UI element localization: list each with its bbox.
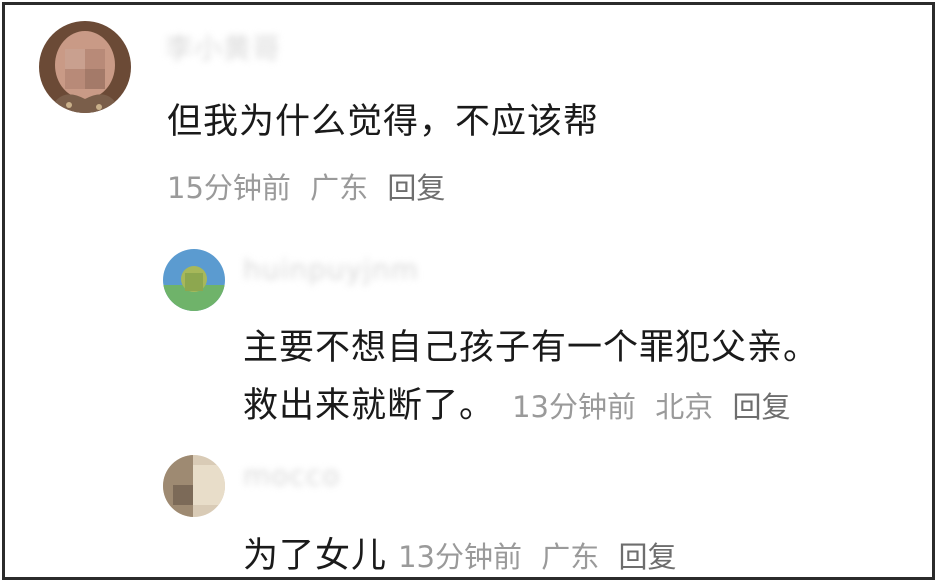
username[interactable]: huinpuyjnm <box>243 253 419 286</box>
comment-location: 北京 <box>655 390 714 424</box>
username[interactable]: 李小黄哥 <box>165 27 281 67</box>
reply-button[interactable]: 回复 <box>387 171 445 205</box>
comment-text: 为了女儿 <box>243 536 388 576</box>
avatar[interactable] <box>163 249 225 311</box>
comment-time: 15分钟前 <box>167 171 291 205</box>
comment-text-line1: 主要不想自己孩子有一个罪犯父亲。 <box>243 328 820 368</box>
avatar-image <box>39 21 131 113</box>
avatar[interactable] <box>163 455 225 517</box>
reply-comment-item: mocco 为了女儿 13分钟前 广东 回复 <box>5 445 932 577</box>
comment-meta: 13分钟前 广东 回复 <box>398 540 686 574</box>
reply-comment-item: huinpuyjnm 主要不想自己孩子有一个罪犯父亲。 救出来就断了。 13分钟… <box>5 235 932 428</box>
comment-meta: 13分钟前 北京 回复 <box>512 390 800 424</box>
comment-text-line2: 救出来就断了。 <box>243 386 496 426</box>
comment-item: 李小黄哥 但我为什么觉得，不应该帮 15分钟前 广东 回复 <box>5 5 932 215</box>
username[interactable]: mocco <box>243 459 340 492</box>
avatar-image <box>163 249 225 311</box>
reply-button[interactable]: 回复 <box>618 540 676 574</box>
comment-location: 广东 <box>541 540 600 574</box>
comment-thread: 李小黄哥 但我为什么觉得，不应该帮 15分钟前 广东 回复 huinpuyjnm… <box>2 2 935 580</box>
comment-line2: 救出来就断了。 13分钟前 北京 回复 <box>243 377 800 428</box>
comment-line: 为了女儿 13分钟前 广东 回复 <box>243 527 686 577</box>
avatar[interactable] <box>39 21 131 113</box>
comment-location: 广东 <box>310 171 369 205</box>
comment-time: 13分钟前 <box>512 390 637 424</box>
avatar-image <box>163 455 225 517</box>
reply-button[interactable]: 回复 <box>732 390 790 424</box>
comment-text: 但我为什么觉得，不应该帮 <box>167 102 600 142</box>
comment-time: 13分钟前 <box>398 540 523 574</box>
comment-meta: 15分钟前 广东 回复 <box>167 165 455 207</box>
